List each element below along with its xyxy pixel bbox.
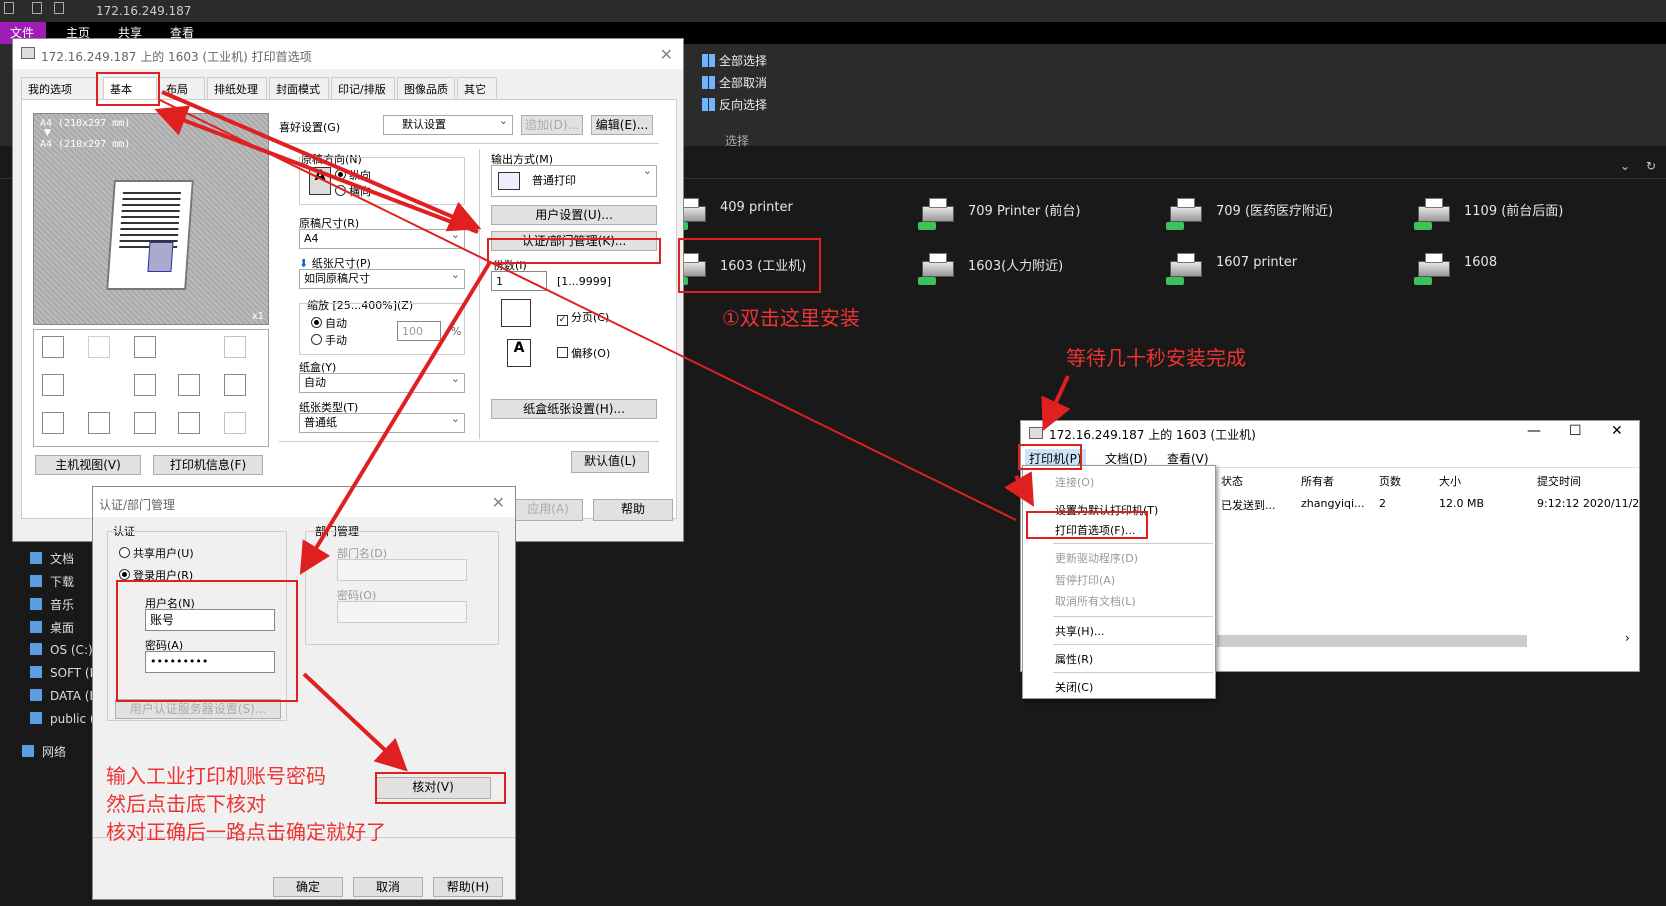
arrow xyxy=(154,105,479,234)
arrow xyxy=(299,260,492,575)
arrow-line xyxy=(159,99,1017,521)
arrow xyxy=(1004,471,1035,507)
annotation-arrows xyxy=(154,90,1071,772)
arrow xyxy=(302,672,408,772)
arrow xyxy=(1041,375,1071,432)
arrow xyxy=(161,90,482,232)
